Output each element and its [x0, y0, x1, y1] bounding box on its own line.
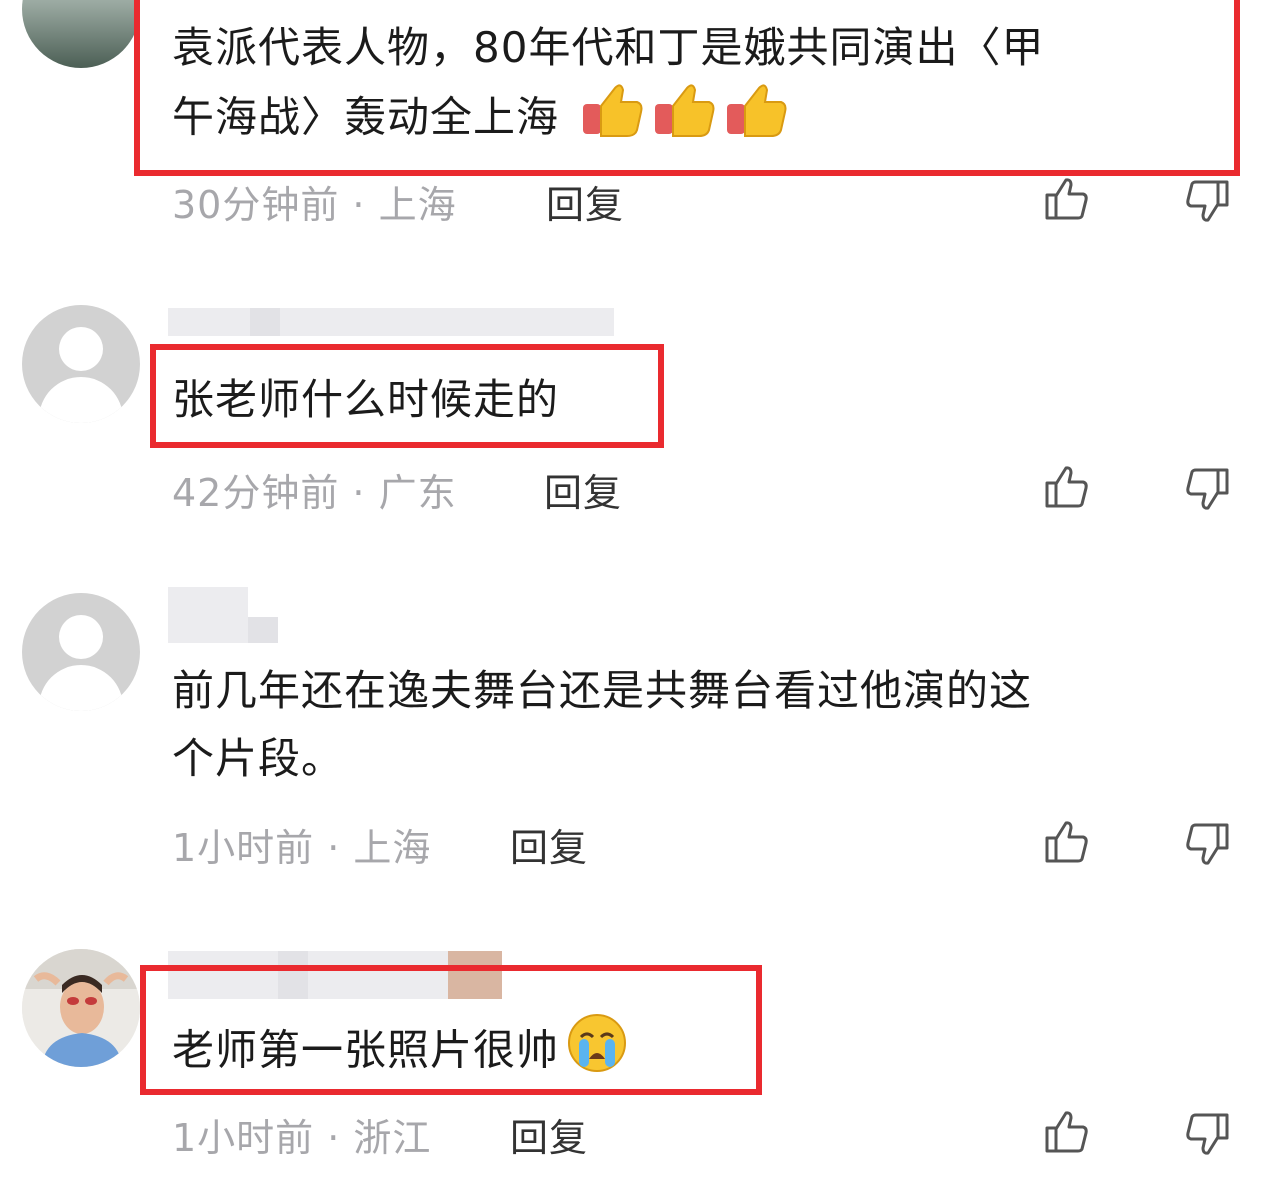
thumbs-up-outline-icon — [1045, 821, 1088, 863]
thumbs-down-outline-icon — [1186, 180, 1229, 222]
reply-button[interactable]: 回复 — [546, 174, 624, 229]
dislike-button[interactable] — [1184, 1111, 1230, 1157]
thumbs-up-outline-icon — [1045, 1111, 1088, 1153]
like-button[interactable] — [1044, 464, 1090, 510]
like-button[interactable] — [1044, 176, 1090, 222]
dislike-button[interactable] — [1184, 178, 1230, 224]
comment-item: 张老师什么时候走的 42分钟前 · 广东 回复 — [0, 300, 1282, 540]
comment-meta: 1小时前 · 浙江 — [172, 1116, 432, 1160]
thumbs-up-emoji-icon — [581, 82, 645, 158]
avatar[interactable] — [22, 593, 140, 711]
dislike-button[interactable] — [1184, 466, 1230, 512]
avatar[interactable] — [22, 305, 140, 423]
reply-button[interactable]: 回复 — [510, 1107, 588, 1162]
comment-text: 袁派代表人物，80年代和丁是娥共同演出〈甲 午海战〉轰动全上海 — [172, 14, 1044, 158]
comment-meta: 42分钟前 · 广东 — [172, 471, 457, 515]
comment-meta: 30分钟前 · 上海 — [172, 183, 457, 227]
dislike-button[interactable] — [1184, 821, 1230, 867]
comment-item: 袁派代表人物，80年代和丁是娥共同演出〈甲 午海战〉轰动全上海 30分钟前 · … — [0, 0, 1282, 250]
comment-item: 前几年还在逸夫舞台还是共舞台看过他演的这 个片段。 1小时前 · 上海 回复 — [0, 585, 1282, 925]
comment-meta: 1小时前 · 上海 — [172, 826, 432, 870]
avatar[interactable] — [22, 949, 140, 1067]
thumbs-down-outline-icon — [1186, 823, 1229, 865]
comment-text: 张老师什么时候走的 — [172, 375, 560, 424]
avatar[interactable] — [22, 0, 140, 68]
thumbs-down-outline-icon — [1186, 468, 1229, 510]
crying-face-emoji-icon — [567, 1013, 627, 1093]
username-blurred[interactable] — [168, 587, 278, 643]
like-button[interactable] — [1044, 1109, 1090, 1155]
reply-button[interactable]: 回复 — [510, 817, 588, 872]
username-blurred[interactable] — [168, 308, 614, 336]
reply-button[interactable]: 回复 — [544, 462, 622, 517]
thumbs-up-outline-icon — [1045, 466, 1088, 508]
comment-item: 老师第一张照片很帅 1小时前 · 浙江 回复 — [0, 945, 1282, 1204]
thumbs-down-outline-icon — [1186, 1113, 1229, 1155]
thumbs-up-outline-icon — [1045, 178, 1088, 220]
comment-text: 前几年还在逸夫舞台还是共舞台看过他演的这 个片段。 — [172, 666, 1033, 783]
like-button[interactable] — [1044, 819, 1090, 865]
thumbs-up-emoji-icon — [725, 82, 789, 158]
comment-text: 老师第一张照片很帅 — [172, 1013, 627, 1093]
thumbs-up-emoji-icon — [653, 82, 717, 158]
